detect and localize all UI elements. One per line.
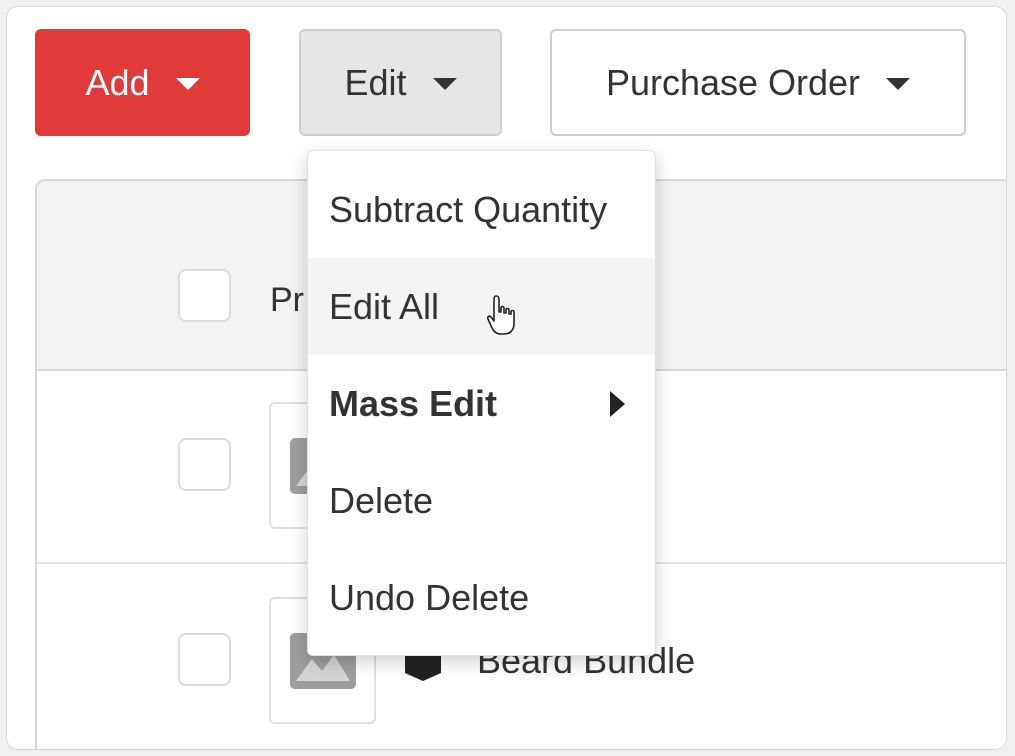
column-header-product: Pr [270,281,304,319]
menu-item-label: Mass Edit [329,382,498,424]
submenu-arrow-icon [610,391,625,417]
menu-item-mass-edit[interactable]: Mass Edit [308,355,655,452]
caret-down-icon [175,77,200,90]
add-button-label: Add [85,61,150,103]
menu-item-label: Undo Delete [329,576,530,618]
menu-item-undo-delete[interactable]: Undo Delete [308,549,655,646]
caret-down-icon [886,77,911,90]
caret-down-icon [432,77,457,90]
menu-item-edit-all[interactable]: Edit All [308,258,655,355]
menu-item-label: Subtract Quantity [329,188,608,230]
purchase-order-label: Purchase Order [605,61,861,103]
menu-item-label: Delete [329,479,434,521]
app-window: Add Edit Purchase Order Pr undle [6,6,1007,750]
edit-button-label: Edit [344,61,407,103]
menu-item-label: Edit All [329,285,440,327]
menu-item-subtract-quantity[interactable]: Subtract Quantity [308,161,655,258]
row-checkbox[interactable] [178,438,231,491]
menu-item-delete[interactable]: Delete [308,452,655,549]
purchase-order-button[interactable]: Purchase Order [550,29,966,136]
edit-dropdown-menu: Subtract Quantity Edit All Mass Edit Del… [307,150,656,656]
select-all-checkbox[interactable] [178,269,231,322]
add-button[interactable]: Add [35,29,250,136]
edit-button[interactable]: Edit [299,29,502,136]
row-checkbox[interactable] [178,633,231,686]
hand-pointer-cursor-icon [486,295,515,335]
